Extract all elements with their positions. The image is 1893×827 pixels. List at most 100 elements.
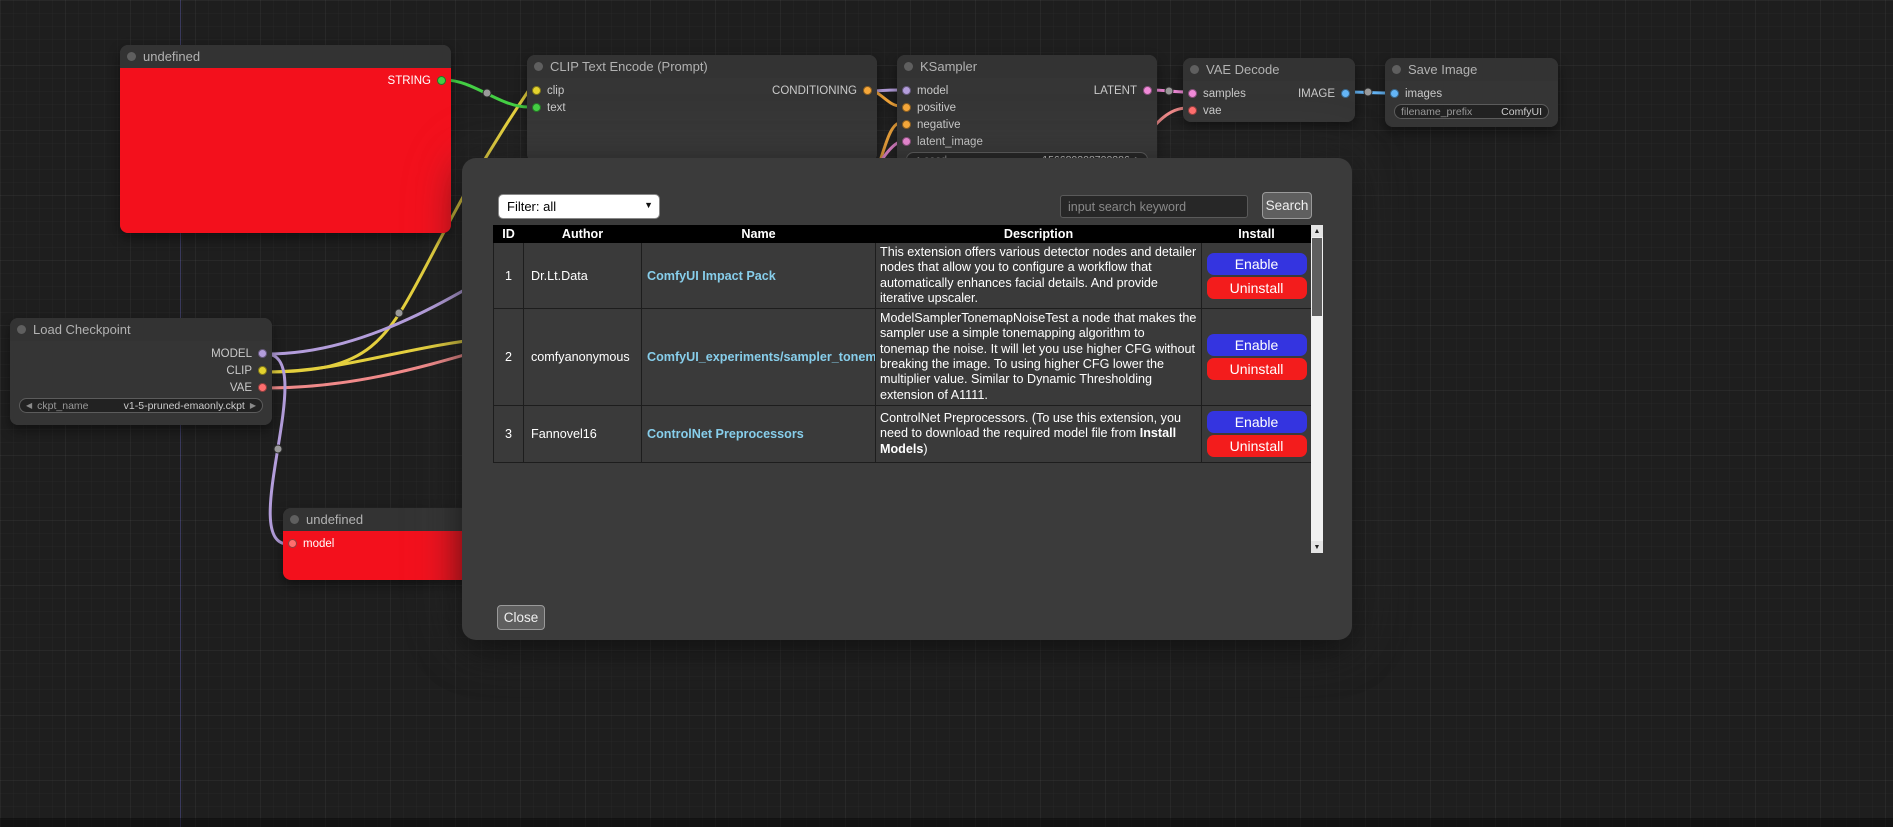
node-undefined-bottom[interactable]: undefined model	[283, 508, 473, 580]
canvas-bottom-edge	[0, 818, 1893, 827]
node-title: Save Image	[1408, 62, 1477, 77]
output-slot-image[interactable]	[1341, 89, 1350, 98]
uninstall-button[interactable]: Uninstall	[1207, 277, 1307, 299]
node-header[interactable]: VAE Decode	[1183, 58, 1355, 81]
node-ksampler[interactable]: KSampler model LATENT positive	[897, 55, 1157, 174]
input-slot-samples[interactable]	[1188, 89, 1197, 98]
extension-link[interactable]: ControlNet Preprocessors	[647, 427, 804, 441]
output-slot-model[interactable]	[258, 349, 267, 358]
link-midpoint-dot	[274, 445, 282, 453]
enable-button[interactable]: Enable	[1207, 411, 1307, 433]
collapse-dot-icon[interactable]	[290, 515, 299, 524]
node-header[interactable]: undefined	[120, 45, 451, 68]
node-header[interactable]: Load Checkpoint	[10, 318, 272, 341]
output-label: CONDITIONING	[772, 85, 857, 97]
filter-select[interactable]: Filter: all	[498, 194, 660, 219]
collapse-dot-icon[interactable]	[127, 52, 136, 61]
link-string-to-text	[445, 80, 528, 107]
input-label: latent_image	[917, 136, 983, 148]
input-slot-model[interactable]	[288, 539, 297, 548]
scroll-down-icon[interactable]: ▼	[1311, 541, 1323, 553]
collapse-dot-icon[interactable]	[1190, 65, 1199, 74]
enable-button[interactable]: Enable	[1207, 334, 1307, 356]
output-label: CLIP	[226, 365, 252, 377]
input-label: samples	[1203, 88, 1246, 100]
filter-select-wrap: Filter: all ▼	[498, 194, 660, 219]
scroll-up-icon[interactable]: ▲	[1311, 225, 1323, 237]
row-author: Dr.Lt.Data	[524, 243, 642, 309]
output-slot-clip[interactable]	[258, 366, 267, 375]
search-button[interactable]: Search	[1262, 192, 1312, 219]
table-row: 1 Dr.Lt.Data ComfyUI Impact Pack This ex…	[494, 243, 1312, 309]
node-vae-decode[interactable]: VAE Decode samples IMAGE vae	[1183, 58, 1355, 122]
input-slot-model[interactable]	[902, 86, 911, 95]
extension-manager-dialog: Filter: all ▼ Search ID Author Name Desc…	[462, 158, 1352, 640]
header-id: ID	[494, 226, 524, 243]
node-header[interactable]: undefined	[283, 508, 473, 531]
node-header[interactable]: KSampler	[897, 55, 1157, 78]
collapse-dot-icon[interactable]	[1392, 65, 1401, 74]
node-load-checkpoint[interactable]: Load Checkpoint MODEL CLIP VAE	[10, 318, 272, 425]
row-id: 3	[494, 405, 524, 462]
input-slot-clip[interactable]	[532, 86, 541, 95]
collapse-dot-icon[interactable]	[17, 325, 26, 334]
extension-link[interactable]: ComfyUI_experiments/sampler_tonemap	[647, 350, 876, 364]
search-input[interactable]	[1060, 195, 1248, 218]
close-button[interactable]: Close	[497, 605, 545, 630]
node-body: clip CONDITIONING text	[527, 78, 877, 162]
next-arrow-icon[interactable]: ▶	[250, 402, 256, 410]
input-label: text	[547, 102, 566, 114]
header-author: Author	[524, 226, 642, 243]
node-body: model	[283, 531, 473, 580]
output-label: VAE	[230, 382, 252, 394]
collapse-dot-icon[interactable]	[534, 62, 543, 71]
row-description: ModelSamplerTonemapNoiseTest a node that…	[876, 309, 1202, 406]
node-clip-text-encode[interactable]: CLIP Text Encode (Prompt) clip CONDITION…	[527, 55, 877, 162]
output-slot-string[interactable]	[437, 76, 446, 85]
input-label: images	[1405, 88, 1442, 100]
collapse-dot-icon[interactable]	[904, 62, 913, 71]
link-midpoint-dot	[395, 309, 403, 317]
node-title: KSampler	[920, 59, 977, 74]
scrollbar-thumb[interactable]	[1312, 238, 1322, 316]
table-row: 2 comfyanonymous ComfyUI_experiments/sam…	[494, 309, 1312, 406]
node-header[interactable]: CLIP Text Encode (Prompt)	[527, 55, 877, 78]
input-label: model	[303, 538, 334, 550]
uninstall-button[interactable]: Uninstall	[1207, 435, 1307, 457]
table-scrollbar[interactable]: ▲ ▼	[1311, 225, 1323, 553]
input-slot-images[interactable]	[1390, 89, 1399, 98]
input-slot-text[interactable]	[532, 103, 541, 112]
node-save-image[interactable]: Save Image images filename_prefix ComfyU…	[1385, 58, 1558, 127]
table-row: 3 Fannovel16 ControlNet Preprocessors Co…	[494, 405, 1312, 462]
row-id: 1	[494, 243, 524, 309]
node-title: Load Checkpoint	[33, 322, 131, 337]
node-title: VAE Decode	[1206, 62, 1279, 77]
node-undefined-top[interactable]: undefined STRING	[120, 45, 451, 233]
output-slot-conditioning[interactable]	[863, 86, 872, 95]
row-install: Enable Uninstall	[1202, 405, 1312, 462]
node-body: MODEL CLIP VAE ◀ ckpt_name v1-5-prun	[10, 341, 272, 425]
input-slot-vae[interactable]	[1188, 106, 1197, 115]
node-title: undefined	[143, 49, 200, 64]
comfyui-canvas[interactable]: undefined STRING CLIP Text Encode (Promp…	[0, 0, 1893, 827]
ckpt-name-widget[interactable]: ◀ ckpt_name v1-5-pruned-emaonly.ckpt ▶	[19, 398, 263, 413]
extension-link[interactable]: ComfyUI Impact Pack	[647, 269, 776, 283]
uninstall-button[interactable]: Uninstall	[1207, 358, 1307, 380]
input-slot-negative[interactable]	[902, 120, 911, 129]
enable-button[interactable]: Enable	[1207, 253, 1307, 275]
widget-label: ckpt_name	[37, 400, 88, 412]
node-header[interactable]: Save Image	[1385, 58, 1558, 81]
link-midpoint-dot	[1364, 88, 1372, 96]
input-slot-latent-image[interactable]	[902, 137, 911, 146]
extension-table-wrap: ID Author Name Description Install 1 Dr.…	[493, 225, 1311, 463]
header-description: Description	[876, 226, 1202, 243]
input-slot-positive[interactable]	[902, 103, 911, 112]
input-label: vae	[1203, 105, 1222, 117]
row-install: Enable Uninstall	[1202, 309, 1312, 406]
header-install: Install	[1202, 226, 1312, 243]
extension-table: ID Author Name Description Install 1 Dr.…	[493, 225, 1312, 463]
filename-prefix-widget[interactable]: filename_prefix ComfyUI	[1394, 104, 1549, 119]
previous-arrow-icon[interactable]: ◀	[26, 402, 32, 410]
output-slot-latent[interactable]	[1143, 86, 1152, 95]
output-slot-vae[interactable]	[258, 383, 267, 392]
